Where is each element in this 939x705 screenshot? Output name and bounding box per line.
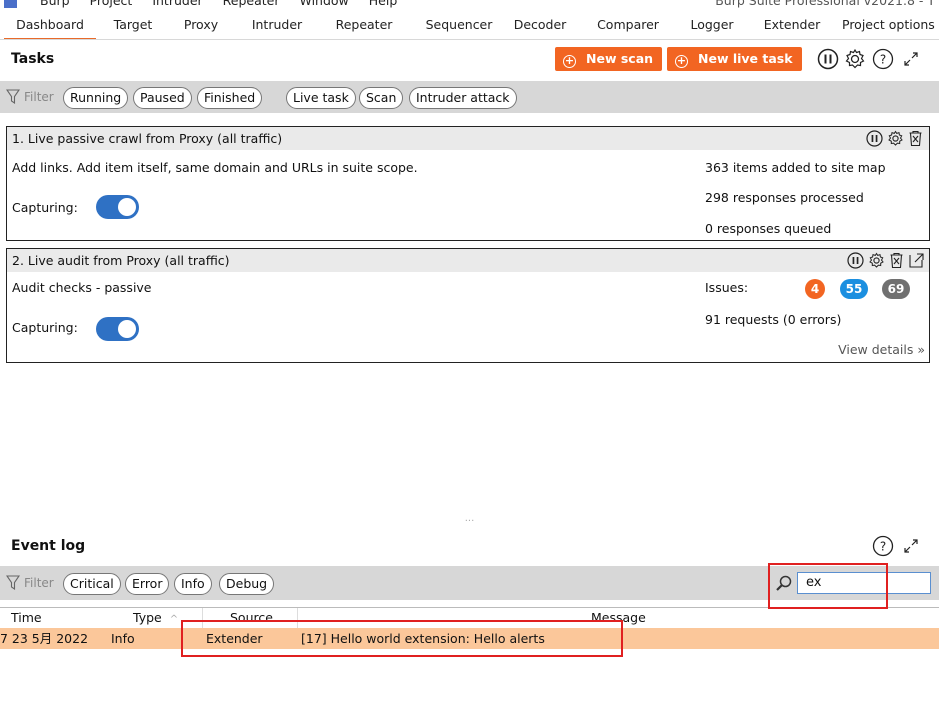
- event-log-title: Event log: [11, 538, 86, 554]
- issues-label: Issues:: [705, 280, 749, 295]
- column-header-time[interactable]: Time: [11, 610, 42, 625]
- task-stat-site-map: 363 items added to site map: [705, 160, 886, 175]
- open-external-icon[interactable]: [908, 252, 925, 269]
- task-stat-responses-processed: 298 responses processed: [705, 190, 864, 205]
- sort-ascending-icon: ^: [169, 614, 179, 625]
- row-time: 7 23 5月 2022: [0, 631, 89, 646]
- task-title: 1. Live passive crawl from Proxy (all tr…: [12, 131, 283, 146]
- filter-toggle[interactable]: Filter: [6, 575, 54, 590]
- filter-finished[interactable]: Finished: [197, 87, 263, 109]
- pause-icon[interactable]: [866, 130, 883, 147]
- tab-project-options[interactable]: Project options: [842, 8, 939, 39]
- issues-medium-badge[interactable]: 55: [840, 279, 868, 299]
- view-details-label: View details: [838, 342, 914, 357]
- menu-repeater[interactable]: Repeater: [223, 0, 280, 8]
- window-title: Burp Suite Professional v2021.8 - T: [715, 0, 935, 8]
- task-header: 2. Live audit from Proxy (all traffic): [7, 249, 929, 272]
- filter-running[interactable]: Running: [63, 87, 129, 109]
- settings-gear-icon[interactable]: [843, 47, 867, 71]
- task-description: Add links. Add item itself, same domain …: [12, 160, 418, 175]
- new-live-task-label: New live task: [698, 51, 793, 66]
- tab-sequencer[interactable]: Sequencer: [414, 8, 504, 39]
- menu-intruder[interactable]: Intruder: [152, 0, 202, 8]
- capturing-toggle[interactable]: [96, 317, 139, 341]
- filter-paused[interactable]: Paused: [133, 87, 192, 109]
- menu-project[interactable]: Project: [90, 0, 133, 8]
- column-header-type-label: Type: [133, 610, 162, 625]
- task-description: Audit checks - passive: [12, 280, 152, 295]
- filter-funnel-icon: [6, 575, 20, 590]
- tasks-filter-bar: Filter Running Paused Finished Live task…: [0, 81, 939, 113]
- issues-high-badge[interactable]: 4: [805, 279, 825, 299]
- filter-toggle[interactable]: Filter: [6, 89, 54, 104]
- gear-icon[interactable]: [868, 252, 885, 269]
- menu-burp[interactable]: Burp: [40, 0, 70, 8]
- filter-label: Filter: [24, 575, 54, 590]
- menu-window[interactable]: Window: [299, 0, 348, 8]
- issues-low-badge[interactable]: 69: [882, 279, 910, 299]
- tab-target[interactable]: Target: [104, 8, 162, 39]
- main-tab-bar: Dashboard Target Proxy Intruder Repeater…: [0, 8, 939, 40]
- row-type: Info: [111, 631, 135, 646]
- tab-repeater[interactable]: Repeater: [324, 8, 404, 39]
- tab-dashboard[interactable]: Dashboard: [4, 8, 96, 39]
- new-live-task-button[interactable]: + New live task: [667, 47, 802, 71]
- svg-text:?: ?: [880, 540, 886, 554]
- svg-text:?: ?: [880, 53, 886, 67]
- new-scan-label: New scan: [586, 51, 654, 66]
- tab-comparer[interactable]: Comparer: [590, 8, 666, 39]
- filter-debug[interactable]: Debug: [219, 573, 275, 595]
- expand-icon[interactable]: [899, 534, 923, 558]
- filter-funnel-icon: [6, 89, 20, 104]
- gear-icon[interactable]: [887, 130, 904, 147]
- annotation-highlight-log-row: [181, 620, 623, 657]
- trash-icon[interactable]: [889, 252, 904, 269]
- capturing-label: Capturing:: [12, 320, 78, 335]
- filter-intruder-attack[interactable]: Intruder attack: [409, 87, 517, 109]
- view-details-link[interactable]: View details »: [838, 342, 925, 357]
- tab-decoder[interactable]: Decoder: [508, 8, 572, 39]
- help-icon[interactable]: ?: [871, 47, 895, 71]
- annotation-highlight-search: [768, 563, 888, 609]
- tab-extender[interactable]: Extender: [756, 8, 828, 39]
- tab-intruder[interactable]: Intruder: [242, 8, 312, 39]
- capturing-toggle[interactable]: [96, 195, 139, 219]
- tab-proxy[interactable]: Proxy: [172, 8, 230, 39]
- burp-logo-icon: [4, 0, 17, 8]
- new-scan-button[interactable]: + New scan: [555, 47, 663, 71]
- expand-icon[interactable]: [899, 47, 923, 71]
- task-title: 2. Live audit from Proxy (all traffic): [12, 253, 230, 268]
- pause-icon[interactable]: [847, 252, 864, 269]
- filter-live-task[interactable]: Live task: [286, 87, 356, 109]
- task-stat-responses-queued: 0 responses queued: [705, 221, 832, 236]
- filter-critical[interactable]: Critical: [63, 573, 121, 595]
- menu-bar: Burp Project Intruder Repeater Window He…: [0, 0, 939, 8]
- requests-count: 91 requests (0 errors): [705, 312, 842, 327]
- trash-icon[interactable]: [908, 130, 923, 147]
- panel-splitter[interactable]: ···: [0, 517, 939, 528]
- task-header: 1. Live passive crawl from Proxy (all tr…: [7, 127, 929, 150]
- help-icon[interactable]: ?: [871, 534, 895, 558]
- pause-all-icon[interactable]: [816, 47, 840, 71]
- tasks-title: Tasks: [11, 51, 55, 67]
- column-header-type[interactable]: Type ^: [133, 610, 178, 625]
- filter-scan[interactable]: Scan: [359, 87, 404, 109]
- capturing-label: Capturing:: [12, 200, 78, 215]
- double-chevron-right-icon: »: [917, 342, 925, 357]
- filter-label: Filter: [24, 89, 54, 104]
- task-card-1[interactable]: 1. Live passive crawl from Proxy (all tr…: [6, 126, 930, 241]
- menu-help[interactable]: Help: [369, 0, 398, 8]
- plus-circle-icon: +: [675, 54, 688, 68]
- filter-info[interactable]: Info: [174, 573, 212, 595]
- filter-error[interactable]: Error: [125, 573, 170, 595]
- task-card-2[interactable]: 2. Live audit from Proxy (all traffic) A…: [6, 248, 930, 363]
- tab-logger[interactable]: Logger: [684, 8, 740, 39]
- plus-circle-icon: +: [563, 54, 576, 68]
